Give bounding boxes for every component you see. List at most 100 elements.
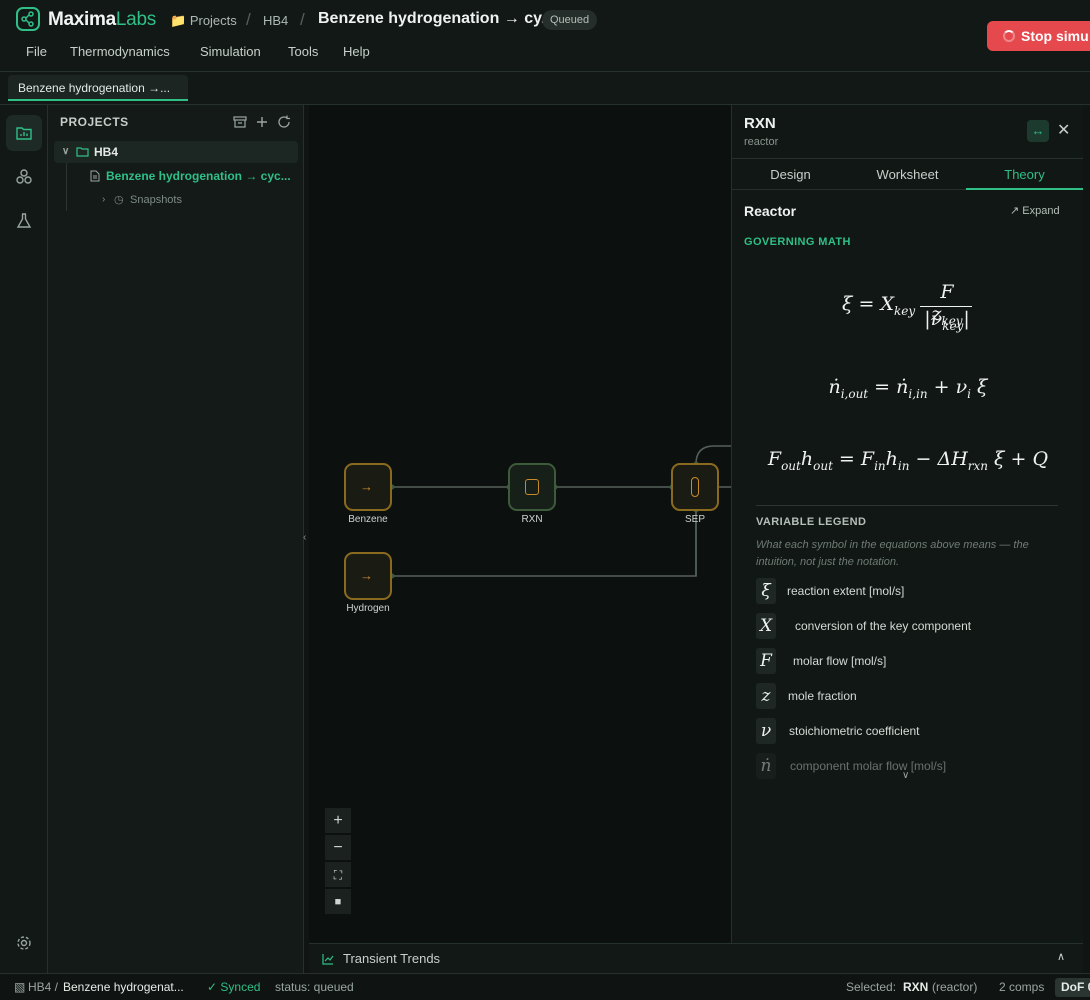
document-tab[interactable]: Benzene hydrogenation →... bbox=[8, 75, 188, 101]
node-label: SEP bbox=[684, 514, 705, 525]
menu-help[interactable]: Help bbox=[343, 44, 370, 59]
left-rail bbox=[0, 105, 48, 973]
stop-simulation-button[interactable]: Stop simu bbox=[987, 21, 1090, 51]
breadcrumb-projects[interactable]: 📁 Projects bbox=[170, 13, 237, 29]
sync-status: ✓ Synced bbox=[207, 980, 261, 994]
transient-trends-bar[interactable]: Transient Trends ∧ bbox=[309, 943, 1083, 973]
breadcrumb-projects-label: Projects bbox=[189, 13, 237, 28]
inspector-subtitle: reactor bbox=[744, 136, 779, 148]
legend-description: reaction extent [mol/s] bbox=[787, 584, 905, 598]
legend-note: What each symbol in the equations above … bbox=[756, 539, 1029, 568]
refresh-icon[interactable] bbox=[276, 114, 292, 130]
legend-symbol: ṅ bbox=[756, 753, 776, 779]
chevron-right-icon: › bbox=[102, 194, 106, 205]
component-count: 2 comps bbox=[999, 980, 1045, 994]
plus-icon[interactable] bbox=[254, 114, 270, 130]
feed-arrow-icon: → bbox=[360, 568, 373, 583]
menu-simulation[interactable]: Simulation bbox=[200, 44, 261, 59]
collapse-left-icon[interactable]: ‹ bbox=[303, 532, 306, 543]
tree-project-hb4[interactable]: ∨ HB4 bbox=[54, 141, 298, 163]
transient-trends-label: Transient Trends bbox=[343, 951, 441, 966]
folder-open-icon bbox=[76, 147, 89, 157]
inspector-title: RXN bbox=[744, 115, 776, 132]
legend-symbol: ξ bbox=[756, 578, 776, 604]
legend-title: VARIABLE LEGEND bbox=[756, 516, 867, 528]
menu-file[interactable]: File bbox=[26, 44, 47, 59]
rail-lab-button[interactable] bbox=[6, 203, 42, 239]
scroll-more-chevron-icon[interactable]: ∨ bbox=[902, 770, 909, 781]
lock-icon[interactable]: ■ bbox=[325, 889, 351, 915]
status-bar: ▧ HB4 / Benzene hydrogenat... ✓ Synced s… bbox=[0, 973, 1090, 1000]
zoom-in-button[interactable]: + bbox=[325, 808, 351, 834]
menu-tools[interactable]: Tools bbox=[288, 44, 318, 59]
legend-description: component molar flow [mol/s] bbox=[790, 759, 947, 773]
equation-extent: ξ = Xkey F zkey |νkey| bbox=[732, 281, 1083, 333]
unit-node-benzene[interactable]: → bbox=[344, 463, 392, 511]
inspector-tabs: Design Worksheet Theory bbox=[732, 158, 1083, 190]
project-path-icon: ▧ bbox=[14, 980, 26, 994]
unit-node-hydrogen[interactable]: → bbox=[344, 552, 392, 600]
gear-icon bbox=[17, 936, 31, 950]
breadcrumb-separator: / bbox=[300, 10, 305, 29]
governing-math-label: GOVERNING MATH bbox=[744, 236, 851, 248]
close-icon[interactable]: ✕ bbox=[1057, 120, 1071, 142]
tab-theory[interactable]: Theory bbox=[966, 159, 1083, 190]
dof-badge: DoF 0 bbox=[1055, 978, 1090, 997]
flowsheet-canvas[interactable]: → Benzene RXN SEP → Hydrogen + − ⛶ ■ bbox=[309, 105, 731, 943]
breadcrumb-project[interactable]: HB4 bbox=[263, 13, 288, 28]
chevron-up-icon[interactable]: ∧ bbox=[1057, 950, 1065, 963]
expand-label: Expand bbox=[1022, 205, 1060, 217]
maxima-logo-icon[interactable] bbox=[16, 7, 40, 31]
tree-project-label: HB4 bbox=[94, 145, 119, 159]
rail-projects-button[interactable] bbox=[6, 115, 42, 151]
status-path-document[interactable]: Benzene hydrogenat... bbox=[63, 980, 184, 994]
brand-accent: Labs bbox=[115, 9, 156, 30]
menu-thermodynamics[interactable]: Thermodynamics bbox=[70, 44, 170, 59]
zoom-out-button[interactable]: − bbox=[325, 835, 351, 861]
unit-node-rxn[interactable] bbox=[508, 463, 556, 511]
theory-section-title: Reactor bbox=[744, 203, 797, 219]
status-path-project[interactable]: HB4 / bbox=[28, 980, 58, 994]
document-icon bbox=[90, 170, 100, 182]
flask-icon bbox=[16, 213, 32, 228]
swap-width-icon[interactable]: ↔ bbox=[1027, 120, 1049, 142]
history-icon: ◷ bbox=[114, 194, 124, 206]
legend-description: stoichiometric coefficient bbox=[789, 724, 920, 738]
projects-panel-title: PROJECTS bbox=[60, 115, 129, 129]
document-tab-strip: Benzene hydrogenation →... bbox=[0, 72, 1090, 105]
archive-icon[interactable] bbox=[232, 114, 248, 130]
right-gutter bbox=[1083, 105, 1090, 943]
projects-panel: PROJECTS ∨ HB4 Benzene hydrogenation → c… bbox=[48, 105, 304, 973]
tree-guide-line bbox=[66, 163, 67, 211]
rail-settings-button[interactable] bbox=[6, 925, 42, 961]
legend-symbol: ν bbox=[756, 718, 776, 744]
folder-chart-icon bbox=[16, 127, 32, 140]
inspector-panel: RXN reactor ↔ ✕ Design Worksheet Theory … bbox=[731, 105, 1083, 943]
unit-node-sep[interactable] bbox=[671, 463, 719, 511]
chevron-down-icon[interactable]: ∨ bbox=[62, 141, 69, 163]
legend-description: mole fraction bbox=[788, 689, 857, 703]
brand-main: Maxima bbox=[48, 9, 116, 30]
brand-name: MaximaLabs bbox=[48, 9, 156, 31]
fit-view-button[interactable]: ⛶ bbox=[325, 862, 351, 888]
tree-document-label: Benzene hydrogenation → cyc... bbox=[106, 169, 291, 183]
rail-components-button[interactable] bbox=[6, 159, 42, 195]
selected-name: RXN bbox=[903, 980, 929, 994]
reactor-icon bbox=[525, 479, 539, 495]
document-title[interactable]: Benzene hydrogenation → cy... bbox=[318, 10, 554, 28]
expand-button[interactable]: ↗ Expand bbox=[1010, 204, 1060, 217]
folder-icon: 📁 bbox=[170, 13, 187, 28]
tree-snapshots-label: Snapshots bbox=[130, 194, 182, 206]
equation-energy-balance: Fouthout = Finhin − ΔHrxn ξ + Q bbox=[767, 448, 1049, 473]
tab-worksheet[interactable]: Worksheet bbox=[849, 159, 966, 190]
run-status: status: queued bbox=[275, 980, 354, 994]
selected-prefix: Selected: bbox=[846, 980, 897, 994]
legend-description: conversion of the key component bbox=[795, 619, 972, 633]
node-label: Hydrogen bbox=[346, 603, 390, 614]
status-badge: Queued bbox=[542, 10, 598, 30]
tree-snapshots[interactable]: › ◷ Snapshots bbox=[102, 189, 282, 211]
spinner-icon bbox=[1003, 30, 1015, 42]
tab-design[interactable]: Design bbox=[732, 159, 849, 190]
tree-document[interactable]: Benzene hydrogenation → cyc... bbox=[88, 165, 294, 187]
breadcrumb-separator: / bbox=[246, 10, 251, 29]
